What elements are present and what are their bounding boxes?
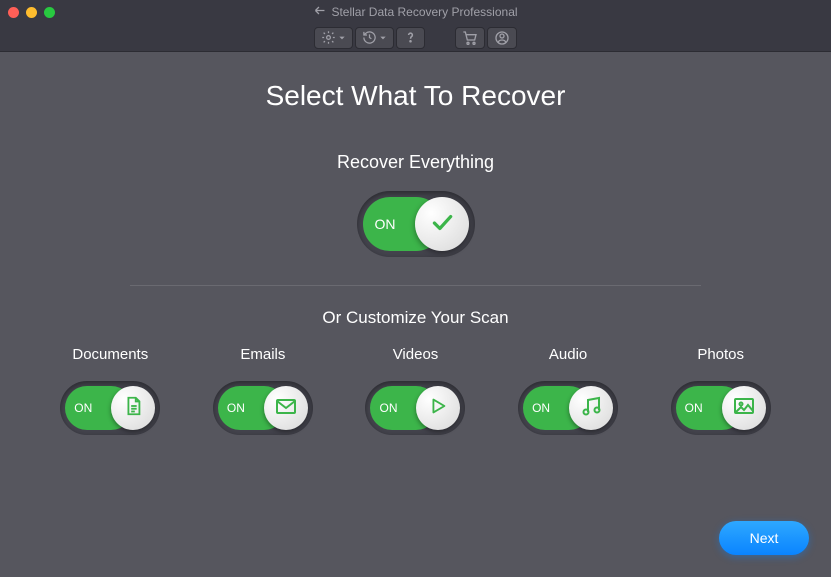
user-icon xyxy=(494,30,510,46)
emails-toggle[interactable]: ON xyxy=(213,381,313,435)
toggle-on-label: ON xyxy=(74,401,92,415)
window-title-area: Stellar Data Recovery Professional xyxy=(313,5,517,20)
page-title: Select What To Recover xyxy=(0,80,831,112)
check-icon xyxy=(429,209,455,240)
gear-icon xyxy=(321,30,336,45)
customize-heading: Or Customize Your Scan xyxy=(0,308,831,328)
titlebar: Stellar Data Recovery Professional xyxy=(0,0,831,24)
image-icon xyxy=(732,394,756,423)
categories-row: Documents ON Emails ON xyxy=(0,346,831,435)
close-window-button[interactable] xyxy=(8,7,19,18)
window-controls xyxy=(8,7,55,18)
toggle-knob xyxy=(415,197,469,251)
music-icon xyxy=(579,394,603,423)
cart-button[interactable] xyxy=(455,27,485,49)
toggle-knob xyxy=(569,386,613,430)
toggle-knob xyxy=(416,386,460,430)
recover-everything-heading: Recover Everything xyxy=(0,152,831,173)
next-button[interactable]: Next xyxy=(719,521,809,555)
audio-toggle[interactable]: ON xyxy=(518,381,618,435)
window-title: Stellar Data Recovery Professional xyxy=(331,5,517,19)
category-label: Audio xyxy=(549,346,587,363)
settings-button[interactable] xyxy=(314,27,353,49)
recover-everything-toggle[interactable]: ON xyxy=(357,191,475,257)
toggle-on-label: ON xyxy=(532,401,550,415)
toggle-on-label: ON xyxy=(227,401,245,415)
toolbar xyxy=(0,24,831,52)
toggle-on-label: ON xyxy=(685,401,703,415)
main-content: Select What To Recover Recover Everythin… xyxy=(0,52,831,435)
next-button-label: Next xyxy=(750,530,779,546)
toggle-on-label: ON xyxy=(375,216,396,232)
chevron-down-icon xyxy=(338,34,346,42)
zoom-window-button[interactable] xyxy=(44,7,55,18)
category-photos: Photos ON xyxy=(671,346,771,435)
category-label: Emails xyxy=(240,346,285,363)
category-label: Videos xyxy=(393,346,439,363)
toolbar-group-left xyxy=(314,27,425,49)
history-icon xyxy=(362,30,377,45)
account-button[interactable] xyxy=(487,27,517,49)
history-button[interactable] xyxy=(355,27,394,49)
document-icon xyxy=(122,395,144,422)
category-label: Documents xyxy=(72,346,148,363)
toggle-knob xyxy=(722,386,766,430)
back-arrow-icon xyxy=(313,5,325,20)
toggle-knob xyxy=(264,386,308,430)
category-videos: Videos ON xyxy=(365,346,465,435)
divider xyxy=(130,285,701,286)
category-audio: Audio ON xyxy=(518,346,618,435)
toolbar-group-right xyxy=(455,27,517,49)
videos-toggle[interactable]: ON xyxy=(365,381,465,435)
question-icon xyxy=(403,30,418,45)
documents-toggle[interactable]: ON xyxy=(60,381,160,435)
toggle-on-label: ON xyxy=(379,401,397,415)
category-documents: Documents ON xyxy=(60,346,160,435)
cart-icon xyxy=(462,30,478,46)
chevron-down-icon xyxy=(379,34,387,42)
category-emails: Emails ON xyxy=(213,346,313,435)
photos-toggle[interactable]: ON xyxy=(671,381,771,435)
category-label: Photos xyxy=(697,346,744,363)
minimize-window-button[interactable] xyxy=(26,7,37,18)
toggle-knob xyxy=(111,386,155,430)
help-button[interactable] xyxy=(396,27,425,49)
play-icon xyxy=(427,395,449,422)
mail-icon xyxy=(274,394,298,423)
